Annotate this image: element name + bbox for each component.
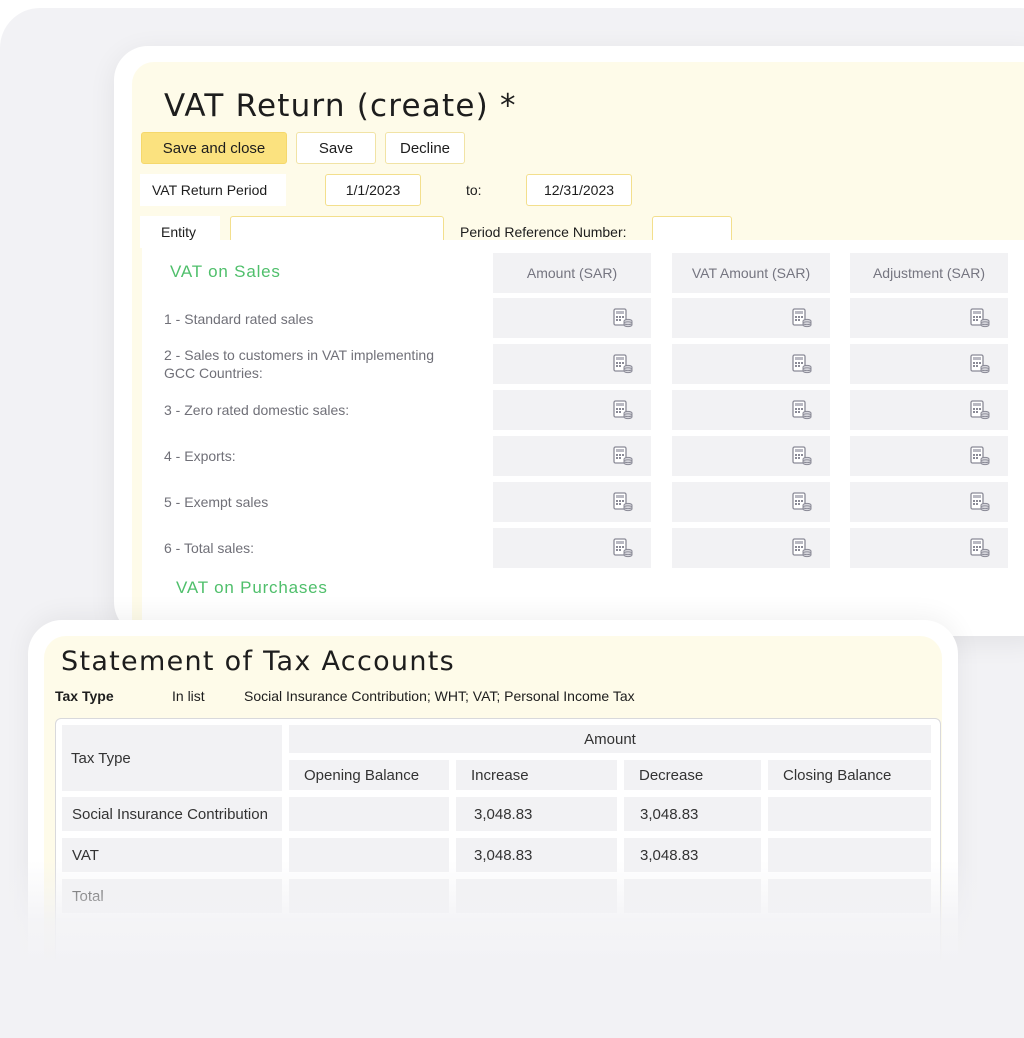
vat-on-purchases-heading: VAT on Purchases xyxy=(176,578,328,597)
period-label: VAT Return Period xyxy=(140,174,286,206)
statement-title: Statement of Tax Accounts xyxy=(61,646,455,677)
filter-field-label: Tax Type xyxy=(55,688,114,704)
vat-cell-amount[interactable] xyxy=(493,390,651,430)
calculator-icon[interactable] xyxy=(792,446,812,466)
calculator-icon[interactable] xyxy=(970,400,990,420)
table-cell-closing xyxy=(768,797,931,831)
vat-cell-amount[interactable] xyxy=(493,298,651,338)
calculator-icon[interactable] xyxy=(970,492,990,512)
vat-cell-amount[interactable] xyxy=(493,528,651,568)
bottom-fade-overlay xyxy=(0,860,1024,1038)
table-cell-opening xyxy=(289,797,449,831)
calculator-icon[interactable] xyxy=(613,538,633,558)
calculator-icon[interactable] xyxy=(613,354,633,374)
vat-cell-vat-amount[interactable] xyxy=(672,390,830,430)
row-label-zero-rated: 3 - Zero rated domestic sales: xyxy=(164,402,350,418)
filter-condition: In list xyxy=(172,688,205,704)
calculator-icon[interactable] xyxy=(970,308,990,328)
decline-button[interactable]: Decline xyxy=(385,132,465,164)
row-label-standard-rated: 1 - Standard rated sales xyxy=(164,311,314,327)
vat-cell-vat-amount[interactable] xyxy=(672,298,830,338)
vat-cell-vat-amount[interactable] xyxy=(672,436,830,476)
calculator-icon[interactable] xyxy=(792,400,812,420)
vat-cell-adjustment[interactable] xyxy=(850,390,1008,430)
calculator-icon[interactable] xyxy=(792,538,812,558)
calculator-icon[interactable] xyxy=(792,308,812,328)
calculator-icon[interactable] xyxy=(970,446,990,466)
column-header-vat-amount: VAT Amount (SAR) xyxy=(672,253,830,293)
page-title: VAT Return (create) * xyxy=(164,88,517,124)
vat-cell-vat-amount[interactable] xyxy=(672,344,830,384)
header-closing-balance: Closing Balance xyxy=(768,760,931,790)
header-opening-balance: Opening Balance xyxy=(289,760,449,790)
column-header-amount: Amount (SAR) xyxy=(493,253,651,293)
calculator-icon[interactable] xyxy=(792,354,812,374)
column-header-adjustment: Adjustment (SAR) xyxy=(850,253,1008,293)
row-label-gcc-sales: 2 - Sales to customers in VAT implementi… xyxy=(164,347,434,381)
calculator-icon[interactable] xyxy=(613,492,633,512)
header-tax-type: Tax Type xyxy=(62,725,282,791)
header-decrease: Decrease xyxy=(624,760,761,790)
table-cell-increase: 3,048.83 xyxy=(456,797,617,831)
filter-value: Social Insurance Contribution; WHT; VAT;… xyxy=(244,688,635,704)
vat-cell-adjustment[interactable] xyxy=(850,436,1008,476)
calculator-icon[interactable] xyxy=(970,354,990,374)
header-amount: Amount xyxy=(289,725,931,753)
vat-cell-adjustment[interactable] xyxy=(850,298,1008,338)
row-label-exports: 4 - Exports: xyxy=(164,448,236,464)
vat-cell-adjustment[interactable] xyxy=(850,528,1008,568)
vat-cell-amount[interactable] xyxy=(493,436,651,476)
vat-cell-amount[interactable] xyxy=(493,482,651,522)
vat-on-sales-heading: VAT on Sales xyxy=(170,262,281,281)
vat-cell-amount[interactable] xyxy=(493,344,651,384)
header-increase: Increase xyxy=(456,760,617,790)
vat-cell-vat-amount[interactable] xyxy=(672,528,830,568)
vat-cell-adjustment[interactable] xyxy=(850,344,1008,384)
calculator-icon[interactable] xyxy=(792,492,812,512)
save-button[interactable]: Save xyxy=(296,132,376,164)
calculator-icon[interactable] xyxy=(613,446,633,466)
table-row-tax-type: Social Insurance Contribution xyxy=(62,797,282,831)
row-label-exempt: 5 - Exempt sales xyxy=(164,494,269,510)
vat-cell-adjustment[interactable] xyxy=(850,482,1008,522)
row-label-total-sales: 6 - Total sales: xyxy=(164,540,255,556)
calculator-icon[interactable] xyxy=(613,400,633,420)
vat-cell-vat-amount[interactable] xyxy=(672,482,830,522)
period-from-field[interactable]: 1/1/2023 xyxy=(325,174,421,206)
calculator-icon[interactable] xyxy=(970,538,990,558)
calculator-icon[interactable] xyxy=(613,308,633,328)
save-and-close-button[interactable]: Save and close xyxy=(141,132,287,164)
vat-return-window: VAT Return (create) * Save and close Sav… xyxy=(114,46,1024,636)
table-cell-decrease: 3,048.83 xyxy=(624,797,761,831)
period-to-field[interactable]: 12/31/2023 xyxy=(526,174,632,206)
period-to-label: to: xyxy=(466,182,482,198)
